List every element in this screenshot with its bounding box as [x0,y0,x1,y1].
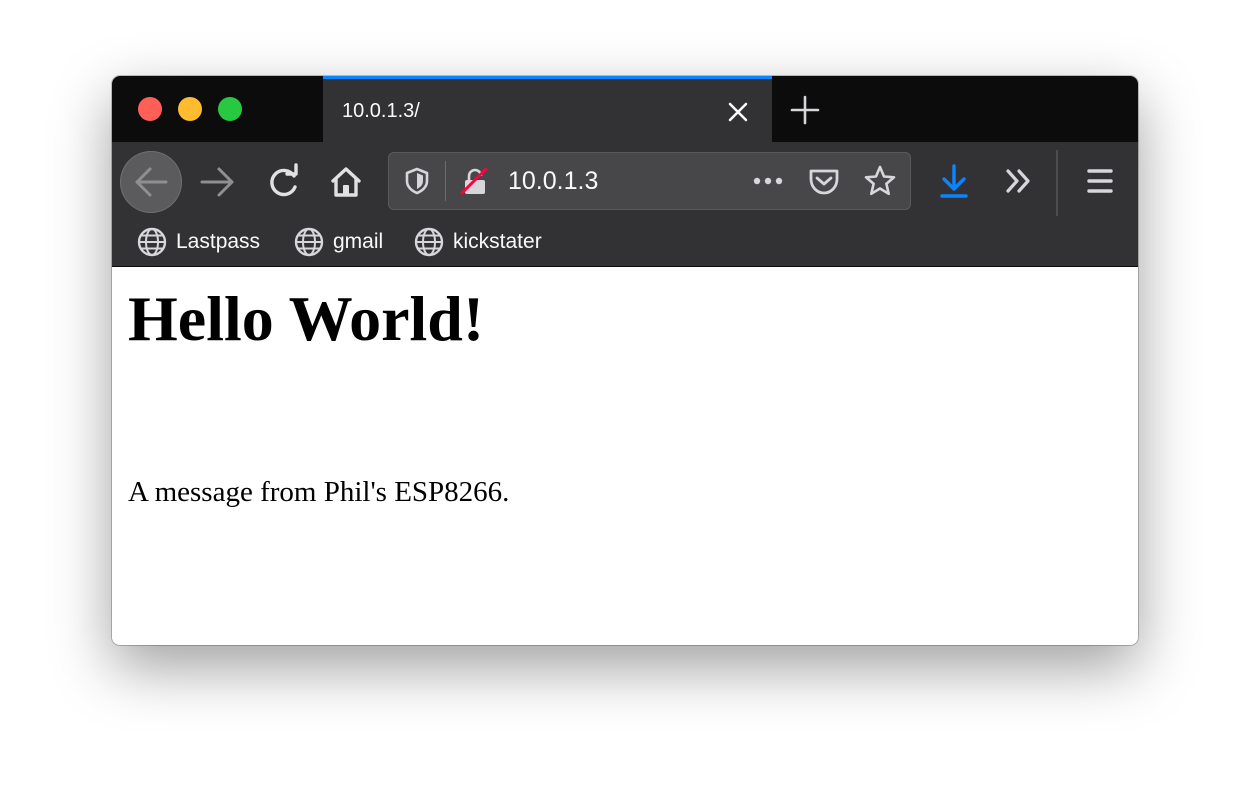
double-chevron-right-icon [1006,169,1030,193]
window-close-button[interactable] [138,97,162,121]
browser-window: 10.0.1.3/ 10.0.1.3 Lastpass gmail kickst… [112,76,1138,645]
plus-icon [790,95,820,125]
pocket-icon[interactable] [806,164,842,203]
hamburger-menu-icon [1087,169,1113,193]
tab-title: 10.0.1.3/ [342,100,420,122]
back-button[interactable] [120,151,182,213]
downloads-button[interactable] [925,152,983,210]
lock-strikethrough-icon[interactable] [458,165,490,202]
bookmark-label: kickstater [453,230,542,253]
url-bar[interactable]: 10.0.1.3 [388,152,911,210]
tab-active[interactable]: 10.0.1.3/ [323,76,772,142]
new-tab-button[interactable] [788,93,822,127]
bookmark-lastpass[interactable]: Lastpass [136,227,260,257]
globe-icon [137,227,167,257]
bookmarks-toolbar: Lastpass gmail kickstater [112,218,1138,267]
more-horizontal-icon[interactable] [750,166,786,201]
window-minimize-button[interactable] [178,97,202,121]
globe-icon [294,227,324,257]
home-button[interactable] [317,152,375,210]
menu-button[interactable] [1071,152,1129,210]
reload-icon [270,163,298,197]
globe-icon [414,227,444,257]
window-zoom-button[interactable] [218,97,242,121]
shield-icon[interactable] [402,165,432,202]
page-heading: Hello World! [128,283,485,354]
toolbar-separator [1056,150,1058,216]
bookmark-label: gmail [333,230,384,253]
nav-toolbar: 10.0.1.3 [112,142,1138,218]
bookmark-label: Lastpass [176,230,261,253]
bookmark-kickstater[interactable]: kickstater [413,227,542,257]
reload-button[interactable] [254,152,312,210]
close-icon[interactable] [723,97,753,127]
page-message: A message from Phil's ESP8266. [128,476,510,508]
download-arrow-icon [940,164,968,198]
arrow-left-icon [135,167,168,197]
arrow-right-icon [200,167,234,197]
overflow-button[interactable] [989,152,1047,210]
url-divider [445,161,446,201]
bookmark-gmail[interactable]: gmail [293,227,383,257]
tab-strip: 10.0.1.3/ [112,76,1138,142]
home-icon [331,167,361,197]
star-icon[interactable] [862,163,898,204]
page-content: Hello World! A message from Phil's ESP82… [112,267,1138,645]
forward-button[interactable] [188,152,246,210]
url-text[interactable]: 10.0.1.3 [508,166,598,196]
